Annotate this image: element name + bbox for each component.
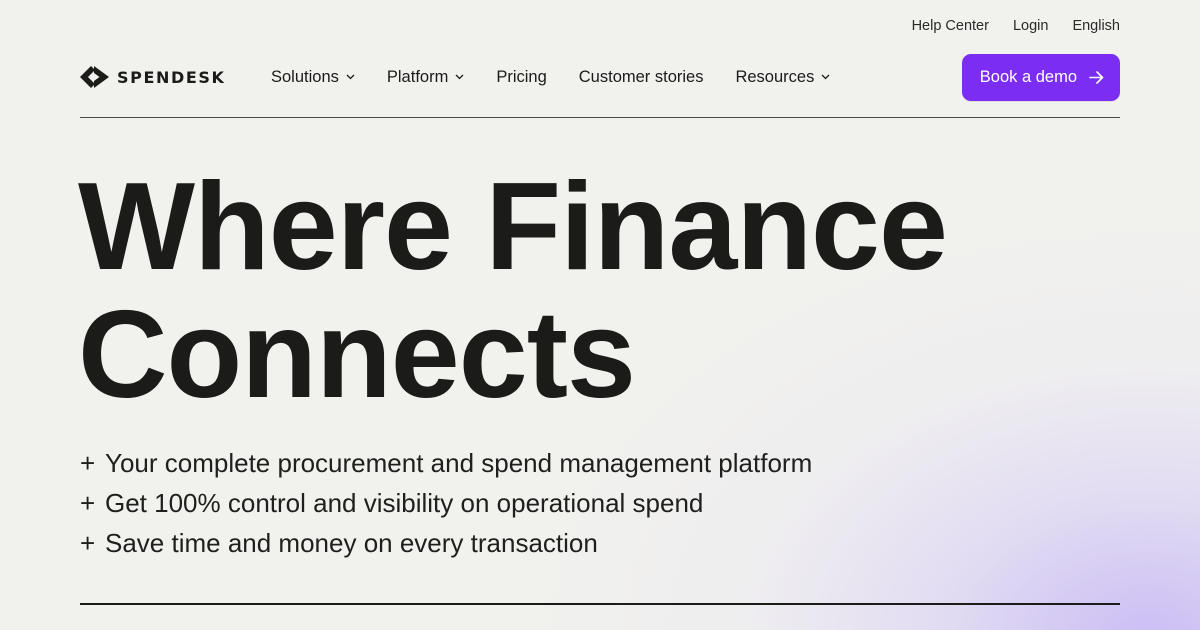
list-item: + Save time and money on every transactio… [80,523,812,563]
plus-marker: + [80,528,96,558]
chevron-down-icon [346,74,355,80]
nav-item-label: Pricing [496,67,547,86]
list-item: + Your complete procurement and spend man… [80,443,812,483]
header-divider [80,117,1120,118]
feature-text: Your complete procurement and spend mana… [105,448,813,478]
hero-headline-line-1: Where Finance [78,158,948,296]
plus-marker: + [80,448,96,478]
plus-marker: + [80,488,96,518]
hero-feature-list: + Your complete procurement and spend man… [80,443,812,563]
nav-item-label: Customer stories [578,67,704,86]
brand-name: SPENDESK [117,67,226,87]
chevron-down-icon [821,74,830,80]
arrow-right-icon [1089,70,1104,84]
brand-logo[interactable]: SPENDESK [80,66,271,88]
spendesk-chevron-logo-icon [80,66,109,88]
book-demo-label: Book a demo [979,67,1077,86]
nav-item-solutions[interactable]: Solutions [271,68,355,87]
section-divider [80,603,1120,605]
hero-headline: Where Finance Connects [78,158,948,424]
main-nav: SPENDESK Solutions Platform Pricing Cust… [80,52,1120,102]
nav-item-label: Resources [735,67,815,86]
nav-item-customer-stories[interactable]: Customer stories [579,68,704,87]
hero-headline-line-2: Connects [78,286,636,424]
nav-menu: Solutions Platform Pricing Customer stor… [271,68,830,87]
feature-text: Save time and money on every transaction [105,528,598,558]
chevron-down-icon [455,74,464,80]
utility-nav: Help Center Login English [912,18,1120,34]
book-demo-button[interactable]: Book a demo [961,53,1120,101]
list-item: + Get 100% control and visibility on oper… [80,483,812,523]
help-center-link[interactable]: Help Center [912,18,989,34]
login-link[interactable]: Login [1013,18,1048,34]
nav-item-label: Solutions [271,67,339,86]
nav-item-pricing[interactable]: Pricing [496,68,546,87]
nav-item-resources[interactable]: Resources [735,68,830,87]
language-selector[interactable]: English [1072,18,1120,34]
nav-item-platform[interactable]: Platform [387,68,464,87]
feature-text: Get 100% control and visibility on opera… [105,488,704,518]
nav-item-label: Platform [386,67,449,86]
